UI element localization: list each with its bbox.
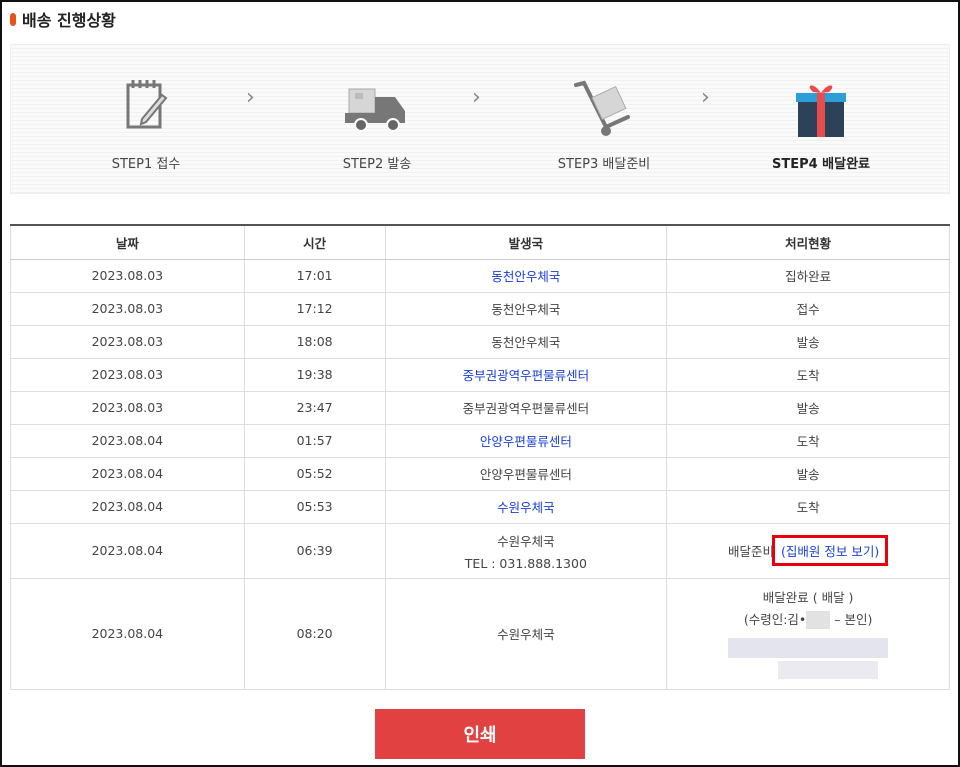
office-cell: 동천안우체국 — [384, 291, 668, 326]
time-cell: 05:53 — [243, 489, 386, 524]
date-cell: 2023.08.04 — [10, 522, 245, 579]
office-link[interactable]: 수원우체국 — [497, 500, 555, 515]
table-row: 2023.08.04 06:39 수원우체국 TEL : 031.888.130… — [10, 522, 950, 579]
office-cell: 동천안우체국 — [384, 324, 668, 359]
step-ready: STEP3 배달준비 — [524, 45, 684, 195]
office-name: 수원우체국 — [497, 533, 555, 549]
page-title: 배송 진행상황 — [22, 11, 116, 30]
date-cell: 2023.08.04 — [10, 423, 245, 458]
carrier-info-link[interactable]: (집배원 정보 보기) — [772, 535, 889, 566]
date-cell: 2023.08.04 — [10, 456, 245, 491]
time-cell: 08:20 — [243, 577, 386, 690]
table-row: 2023.08.04 05:53 수원우체국 도착 — [10, 489, 950, 524]
status-cell: 발송 — [666, 456, 950, 491]
time-cell: 06:39 — [243, 522, 386, 579]
table-row: 2023.08.04 05:52 안양우편물류센터 발송 — [10, 456, 950, 491]
table-row: 2023.08.04 08:20 수원우체국 배달완료 ( 배달 ) (수령인:… — [10, 577, 950, 690]
section-header: 배송 진행상황 — [10, 8, 116, 30]
clipboard-icon — [126, 80, 168, 129]
status-cell: 발송 — [666, 390, 950, 425]
office-phone: TEL : 031.888.1300 — [464, 555, 587, 571]
time-cell: 17:12 — [243, 291, 386, 326]
chevron-right-icon: › — [246, 85, 255, 110]
status-cell: 도착 — [666, 423, 950, 458]
redacted-block — [728, 638, 889, 658]
redacted-signature-2 — [667, 659, 949, 681]
office-cell: 동천안우체국 — [384, 258, 668, 293]
truck-icon — [345, 88, 405, 132]
recipient-suffix: – 본인) — [834, 611, 873, 627]
table-row: 2023.08.04 01:57 안양우편물류센터 도착 — [10, 423, 950, 458]
office-cell: 수원우체국 — [384, 577, 668, 690]
office-cell: 수원우체국 — [384, 489, 668, 524]
status-cell: 도착 — [666, 489, 950, 524]
office-link[interactable]: 안양우편물류센터 — [480, 434, 572, 449]
tracking-table: 날짜 시간 발생국 처리현황 2023.08.03 17:01 동천안우체국 집… — [10, 224, 950, 690]
office-cell: 안양우편물류센터 — [384, 456, 668, 491]
recipient-prefix: (수령인:김• — [743, 611, 807, 627]
time-cell: 19:38 — [243, 357, 386, 392]
column-header-status: 처리현황 — [666, 224, 950, 260]
office-link[interactable]: 동천안우체국 — [491, 269, 560, 284]
chevron-right-icon: › — [701, 85, 710, 110]
step-label: STEP4 배달완료 — [771, 157, 871, 172]
status-cell: 접수 — [666, 291, 950, 326]
date-cell: 2023.08.03 — [10, 291, 245, 326]
print-button[interactable]: 인쇄 — [375, 709, 585, 759]
column-header-time: 시간 — [243, 224, 386, 260]
table-row: 2023.08.03 17:12 동천안우체국 접수 — [10, 291, 950, 326]
time-cell: 05:52 — [243, 456, 386, 491]
table-row: 2023.08.03 18:08 동천안우체국 발송 — [10, 324, 950, 359]
date-cell: 2023.08.03 — [10, 390, 245, 425]
status-cell: 배달준비 (집배원 정보 보기) — [666, 522, 950, 579]
date-cell: 2023.08.04 — [10, 489, 245, 524]
date-cell: 2023.08.03 — [10, 324, 245, 359]
office-cell: 수원우체국 TEL : 031.888.1300 — [384, 522, 668, 579]
recipient-line: (수령인:김• – 본인) — [667, 609, 949, 631]
gift-icon — [796, 85, 846, 137]
bullet-icon — [10, 12, 16, 26]
column-header-office: 발생국 — [384, 224, 667, 260]
table-row: 2023.08.03 19:38 중부권광역우편물류센터 도착 — [10, 357, 950, 392]
time-cell: 18:08 — [243, 324, 386, 359]
office-link[interactable]: 중부권광역우편물류센터 — [463, 368, 590, 383]
step-label: STEP3 배달준비 — [557, 157, 651, 172]
step-receipt: STEP1 접수 — [66, 45, 226, 195]
status-cell: 도착 — [666, 357, 950, 392]
status-text: 배달준비 — [727, 544, 774, 559]
status-cell: 집하완료 — [666, 258, 950, 293]
step-dispatch: STEP2 발송 — [297, 45, 457, 195]
office-cell: 안양우편물류센터 — [384, 423, 668, 458]
redacted-name — [806, 611, 831, 629]
step-delivered: STEP4 배달완료 — [741, 45, 901, 195]
redacted-block — [778, 661, 879, 679]
status-cell: 배달완료 ( 배달 ) (수령인:김• – 본인) — [666, 577, 950, 690]
office-cell: 중부권광역우편물류센터 — [384, 357, 668, 392]
step-label: STEP1 접수 — [111, 157, 181, 172]
office-cell: 중부권광역우편물류센터 — [384, 390, 668, 425]
chevron-right-icon: › — [472, 85, 481, 110]
time-cell: 17:01 — [243, 258, 386, 293]
table-row: 2023.08.03 23:47 중부권광역우편물류센터 발송 — [10, 390, 950, 425]
step-label: STEP2 발송 — [342, 157, 412, 172]
time-cell: 23:47 — [243, 390, 386, 425]
table-row: 2023.08.03 17:01 동천안우체국 집하완료 — [10, 258, 950, 293]
date-cell: 2023.08.03 — [10, 258, 245, 293]
delivery-steps-panel: STEP1 접수 › STEP2 발송 › STEP3 배달준비 › STEP4… — [10, 44, 950, 194]
column-header-date: 날짜 — [10, 224, 245, 260]
redacted-signature — [667, 637, 949, 659]
hand-truck-icon — [574, 80, 630, 136]
status-cell: 발송 — [666, 324, 950, 359]
table-header-row: 날짜 시간 발생국 처리현황 — [10, 224, 950, 260]
time-cell: 01:57 — [243, 423, 386, 458]
date-cell: 2023.08.04 — [10, 577, 245, 690]
date-cell: 2023.08.03 — [10, 357, 245, 392]
status-text: 배달완료 ( 배달 ) — [762, 589, 854, 605]
